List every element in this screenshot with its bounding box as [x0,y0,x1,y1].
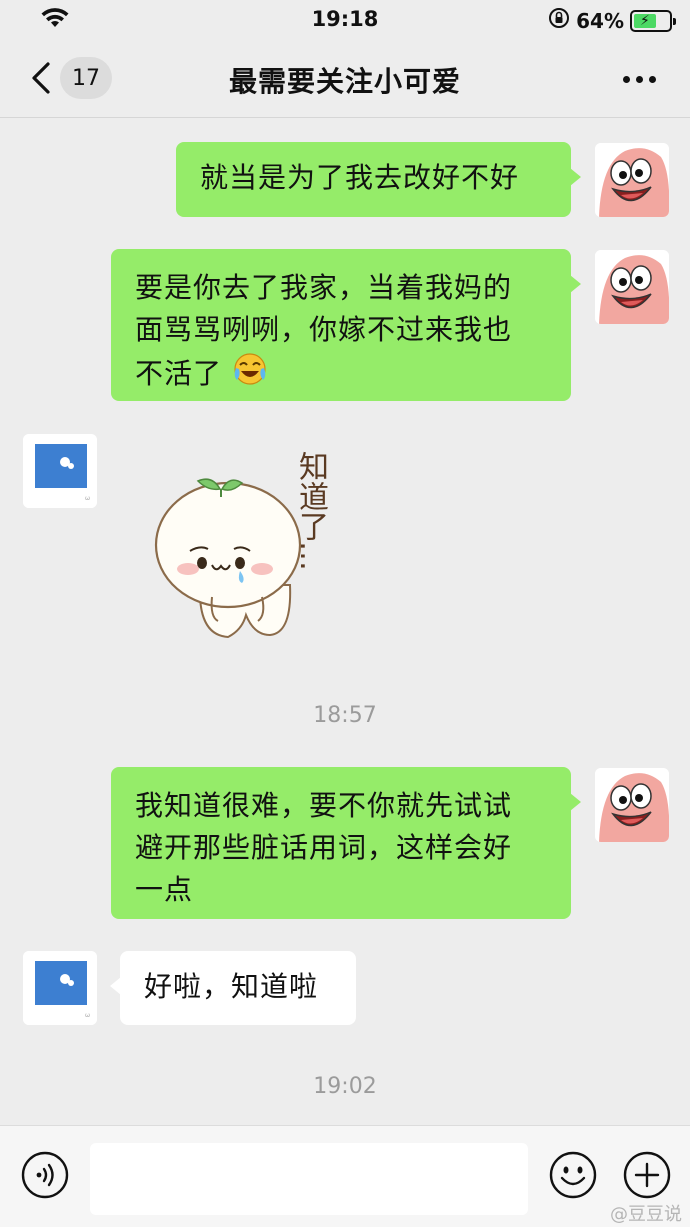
my-avatar[interactable] [595,143,669,217]
watermark: @豆豆说 [610,1204,682,1225]
message-line: 要是你去了我家，当着我妈的 [135,271,513,304]
sticker-caption: 知道了… [293,451,328,571]
message-bubble-sent[interactable]: 要是你去了我家，当着我妈的 面骂骂咧咧，你嫁不过来我也 不活了 [111,249,581,401]
status-bar: 19:18 64% ⚡ [0,0,690,38]
orientation-lock-icon [548,7,570,34]
message-timestamp: 18:57 [313,703,377,728]
message-line: 我知道很难，要不你就先试试 [135,789,513,822]
message-text: 就当是为了我去改好不好 [200,161,520,194]
message-bubble-received[interactable]: 好啦，知道啦 [110,951,356,1025]
message-timestamp: 19:02 [313,1074,377,1099]
message-input[interactable] [90,1143,528,1215]
battery-charging-icon: ⚡ [630,9,676,32]
contact-avatar[interactable]: ω [23,951,97,1025]
plus-icon[interactable] [622,1150,672,1200]
message-line: 避开那些脏话用词，这样会好 [135,831,513,864]
voice-icon[interactable] [20,1150,70,1200]
chat-nav-bar: 17 最需要关注小可爱 [0,40,690,118]
wifi-icon [40,6,70,35]
chat-input-bar [0,1125,690,1227]
battery-level: ⚡ [634,13,656,28]
message-line: 面骂骂咧咧，你嫁不过来我也 [135,313,513,346]
crying-bun-sticker[interactable]: 知道了… [150,445,340,645]
status-time: 19:18 [311,7,379,31]
message-bubble-sent[interactable]: 我知道很难，要不你就先试试 避开那些脏话用词，这样会好 一点 [111,767,581,919]
status-right-group: 64% ⚡ [548,7,676,34]
crying-laughing-face-icon [232,351,268,399]
svg-text:ω: ω [85,495,90,502]
message-text: 好啦，知道啦 [144,970,319,1003]
my-avatar[interactable] [595,768,669,842]
message-line: 一点 [135,873,194,906]
emoji-icon[interactable] [548,1150,598,1200]
message-line-with-emoji: 不活了 [135,351,547,399]
battery-percent: 64% [576,8,624,33]
message-bubble-sent[interactable]: 就当是为了我去改好不好 [176,142,581,217]
more-dots-icon[interactable] [623,76,656,83]
contact-avatar[interactable]: ω [23,434,97,508]
svg-text:ω: ω [85,1012,90,1019]
my-avatar[interactable] [595,250,669,324]
chat-title: 最需要关注小可爱 [228,65,461,98]
